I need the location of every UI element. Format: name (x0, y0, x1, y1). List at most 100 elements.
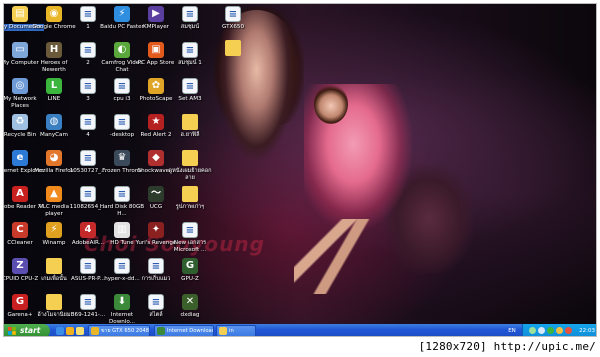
document-icon: ≡ (182, 6, 198, 22)
start-button[interactable]: start (4, 324, 50, 336)
language-indicator[interactable]: EN (504, 324, 520, 336)
document-icon: ≡ (225, 6, 241, 22)
yuris-revenge-icon: ✦ (148, 222, 164, 238)
adobe-air-icon: 4 (80, 222, 96, 238)
ucg-icon: 〜 (148, 186, 164, 202)
desktop[interactable]: Choi Sooyoung ▤My Documents◉Google Chrom… (4, 4, 596, 324)
desktop-icon-label: GPU-Z (181, 276, 199, 282)
desktop-icon-label: Set AM3 (178, 96, 202, 102)
folder-icon (46, 294, 62, 310)
chrome-icon: ◉ (46, 6, 62, 22)
recycle-bin-icon: ♻ (12, 114, 28, 130)
camfrog-icon: ◐ (114, 42, 130, 58)
adobe-reader-icon: A (12, 186, 28, 202)
pc-app-store-icon: ▣ (148, 42, 164, 58)
desktop-icon-label: dxdiag (180, 312, 200, 318)
desktop-icon[interactable]: G GPU-Z (166, 258, 214, 283)
document-icon: ≡ (182, 42, 198, 58)
desktop-icon-label: สมชุมน์ 1 (178, 60, 202, 66)
hd-tune-icon: ▥ (114, 222, 130, 238)
desktop-icon-label: ฮ.ยาฟิลี (180, 132, 200, 138)
document-icon: ≡ (114, 258, 130, 274)
update-tray-icon[interactable] (565, 327, 572, 334)
ie-quicklaunch-icon[interactable] (56, 327, 64, 335)
wallpaper-figure-head (314, 84, 348, 124)
my-computer-icon: ▭ (12, 42, 28, 58)
wallpaper-figure-legs (294, 219, 374, 294)
document-icon: ≡ (80, 42, 96, 58)
folder-icon (225, 40, 241, 56)
desktop-icon-label: New เอกสาร Microsoft ... (173, 240, 207, 253)
winamp-icon: ⚡ (46, 222, 62, 238)
document-icon: ≡ (80, 150, 96, 166)
network-places-icon: ◎ (12, 78, 28, 94)
desktop-icon[interactable]: ≡ GTX650 (209, 6, 257, 31)
watermark: [1280x720] http://upic.me/ (418, 340, 596, 353)
desktop-icon-label: สมชุมน์ (180, 24, 200, 30)
shockwave-icon: ◆ (148, 150, 164, 166)
baidu-pc-faster-icon: ⚡ (114, 6, 130, 22)
cpu-z-icon: Z (12, 258, 28, 274)
desktop-icon[interactable]: ≡ Set AM3 (166, 78, 214, 103)
desktop-icon[interactable]: รูปภาพเก่าๆ (166, 186, 214, 211)
folder-icon (182, 150, 198, 166)
start-label: start (20, 326, 41, 335)
taskbar-button[interactable]: in (216, 325, 256, 336)
desktop-quicklaunch-icon[interactable] (76, 327, 84, 335)
red-alert-icon: ★ (148, 114, 164, 130)
taskbar: start ขาย GTX 650 2048MB... Internet Down… (4, 324, 596, 336)
photoscape-icon: ✿ (148, 78, 164, 94)
taskbar-button-label: in (229, 328, 234, 334)
document-icon: ≡ (182, 222, 198, 238)
desktop-icon-label: GTX650 (221, 24, 245, 30)
desktop-icon[interactable]: ดูหนังเผมย้ายคอกลาย (166, 150, 214, 181)
desktop-icon[interactable] (209, 40, 257, 58)
volume-tray-icon[interactable] (538, 327, 545, 334)
document-icon: ≡ (114, 186, 130, 202)
document-icon: ≡ (80, 114, 96, 130)
frozen-throne-icon: ♛ (114, 150, 130, 166)
desktop-icon[interactable]: ฮ.ยาฟิลี (166, 114, 214, 139)
document-icon: ≡ (148, 258, 164, 274)
folder-icon (182, 186, 198, 202)
folder-icon (46, 258, 62, 274)
desktop-icon[interactable]: ≡ New เอกสาร Microsoft ... (166, 222, 214, 253)
chrome-task-icon (91, 327, 99, 335)
line-icon: L (46, 78, 62, 94)
garena-icon: G (12, 294, 28, 310)
windows-logo-icon (8, 327, 16, 335)
desktop-icon[interactable]: ≡ สมชุมน์ 1 (166, 42, 214, 67)
kmplayer-icon: ▶ (148, 6, 164, 22)
desktop-icon[interactable]: ✕ dxdiag (166, 294, 214, 319)
taskbar-button[interactable]: Internet Download M... (154, 325, 214, 336)
internet-explorer-icon: e (12, 150, 28, 166)
gpu-z-icon: G (182, 258, 198, 274)
firefox-icon: ◕ (46, 150, 62, 166)
document-icon: ≡ (182, 78, 198, 94)
idm-task-icon (157, 327, 165, 335)
ccleaner-icon: C (12, 222, 28, 238)
taskbar-button-label: ขาย GTX 650 2048MB... (101, 328, 150, 334)
document-icon: ≡ (80, 78, 96, 94)
document-icon: ≡ (114, 114, 130, 130)
document-icon: ≡ (148, 294, 164, 310)
security-tray-icon[interactable] (556, 327, 563, 334)
document-icon: ≡ (80, 258, 96, 274)
folder-task-icon (219, 327, 227, 335)
network-tray-icon[interactable] (529, 327, 536, 334)
desktop-icon-label: ดูหนังเผมย้ายคอกลาย (168, 168, 212, 181)
wallpaper-portrait (219, 10, 294, 160)
taskbar-button-label: Internet Download M... (167, 328, 214, 334)
chat-tray-icon[interactable] (547, 327, 554, 334)
desktop-icon-label: รูปภาพเก่าๆ (175, 204, 205, 210)
clock[interactable]: 22:03 (579, 324, 595, 336)
document-icon: ≡ (80, 6, 96, 22)
media-quicklaunch-icon[interactable] (66, 327, 74, 335)
folder-icon (182, 114, 198, 130)
heroes-of-newerth-icon: H (46, 42, 62, 58)
screenshot-frame: Choi Sooyoung ▤My Documents◉Google Chrom… (3, 3, 597, 337)
desktop-icon[interactable]: ≡ สมชุมน์ (166, 6, 214, 31)
document-icon: ≡ (80, 186, 96, 202)
system-tray: 22:03 (522, 324, 596, 336)
taskbar-button[interactable]: ขาย GTX 650 2048MB... (88, 325, 150, 336)
